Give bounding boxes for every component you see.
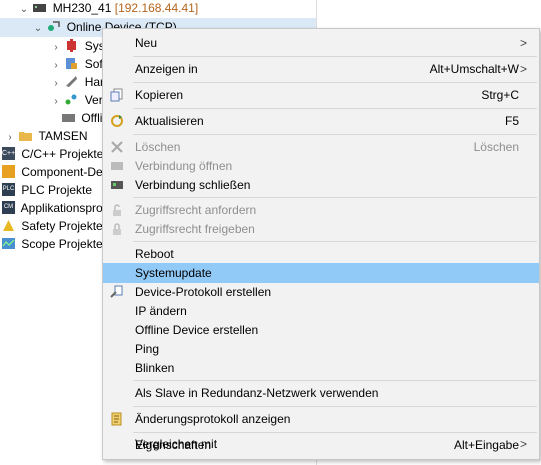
tree-node-tamsen[interactable]: › TAMSEN (4, 127, 88, 145)
menu-item-label: Verbindung öffnen (135, 159, 233, 173)
tree-node-label: TAMSEN (38, 129, 88, 143)
menu-item-label: Änderungsprotokoll anzeigen (135, 412, 291, 426)
tree-node-cpp-projects[interactable]: C++ C/C++ Projekte (2, 145, 103, 163)
tree-node-hardware[interactable]: › Har (50, 73, 104, 91)
tree-node-label: Component-Des (21, 165, 109, 179)
copy-icon (110, 88, 123, 102)
menu-item-aktualisieren[interactable]: Aktualisieren F5 (103, 111, 539, 131)
delete-icon (111, 141, 123, 153)
menu-item-aenderungsprotokoll[interactable]: Änderungsprotokoll anzeigen (103, 409, 539, 429)
menu-item-verbindung-schliessen[interactable]: Verbindung schließen (103, 175, 539, 195)
menu-item-systemupdate[interactable]: Systemupdate (103, 263, 539, 283)
tree-node-label: MH230_41 (52, 1, 112, 15)
menu-item-anzeigen-in[interactable]: Anzeigen in Alt+Umschalt+W > (103, 59, 539, 79)
plc-project-icon: PLC (2, 183, 15, 197)
refresh-icon (111, 115, 123, 127)
system-icon (67, 39, 77, 53)
menu-shortcut: Löschen (473, 140, 519, 154)
menu-item-label: Verbindung schließen (135, 178, 251, 192)
menu-item-label: Als Slave in Redundanz-Netzwerk verwende… (135, 386, 379, 400)
tree-node-soft[interactable]: › Soft (50, 55, 106, 73)
menu-item-blinken[interactable]: Blinken (103, 358, 539, 378)
menu-separator (133, 432, 537, 433)
disconnect-icon (111, 181, 123, 189)
menu-item-ip-aendern[interactable]: IP ändern (103, 301, 539, 321)
menu-item-label: Device-Protokoll erstellen (135, 285, 272, 299)
menu-separator (133, 406, 537, 407)
protocol-icon (110, 285, 123, 298)
tree-node-safety-projects[interactable]: Safety Projekte (2, 217, 103, 235)
menu-item-device-protokoll[interactable]: Device-Protokoll erstellen (103, 282, 539, 302)
changelog-icon (111, 412, 122, 426)
tree-node-component-designer[interactable]: Component-Des (2, 163, 109, 181)
tree-node-syst[interactable]: › Syst (50, 37, 108, 55)
submenu-arrow-icon: > (519, 437, 527, 451)
menu-item-label: Reboot (135, 247, 174, 261)
tree-node-verr[interactable]: › Verr (50, 91, 106, 111)
menu-separator (133, 197, 537, 198)
tree-node-label: C/C++ Projekte (21, 147, 104, 161)
menu-item-zugriffsrecht-anfordern[interactable]: Zugriffsrecht anfordern (103, 200, 539, 220)
tree-node-mh230[interactable]: ⌄ MH230_41 [192.168.44.41] (18, 0, 198, 17)
menu-shortcut: F5 (504, 114, 519, 128)
connection-icon (65, 94, 77, 105)
menu-item-label: Systemupdate (135, 266, 212, 280)
menu-item-label: Blinken (135, 361, 175, 375)
application-project-icon: CM (2, 201, 15, 215)
menu-item-loeschen[interactable]: Löschen Löschen (103, 137, 539, 157)
software-icon (66, 58, 78, 70)
tree-node-label: Scope Projekte (21, 237, 103, 251)
connect-icon (111, 162, 123, 170)
menu-shortcut: Strg+C (481, 88, 519, 102)
folder-icon (19, 132, 33, 142)
menu-item-label: Löschen (135, 140, 181, 154)
menu-item-verbindung-oeffnen[interactable]: Verbindung öffnen (103, 156, 539, 176)
menu-item-ping[interactable]: Ping (103, 339, 539, 359)
menu-separator (133, 82, 537, 83)
menu-item-label: Kopieren (135, 88, 184, 102)
menu-item-label: Neu (135, 36, 158, 50)
menu-item-label: IP ändern (135, 304, 187, 318)
lock-open-icon (113, 204, 121, 216)
chevron-down-icon[interactable]: ⌄ (18, 1, 30, 19)
menu-item-neu[interactable]: Neu > (103, 33, 539, 53)
menu-item-label: Ping (135, 342, 160, 356)
network-icon (48, 21, 61, 32)
menu-separator (133, 380, 537, 381)
menu-item-als-slave[interactable]: Als Slave in Redundanz-Netzwerk verwende… (103, 383, 539, 403)
menu-item-label: Zugriffsrecht anfordern (135, 203, 257, 217)
tree-node-application-projects[interactable]: CM Applikationspro (2, 199, 103, 217)
offline-device-icon (62, 114, 75, 123)
ip-address: [192.168.44.41] (114, 1, 199, 15)
tree-node-plc-projects[interactable]: PLC PLC Projekte (2, 181, 92, 199)
menu-item-label: Vergleichen mit (135, 437, 218, 451)
menu-separator (133, 108, 537, 109)
chevron-down-icon[interactable]: ⌄ (32, 20, 44, 38)
tree-node-label: Safety Projekte (21, 219, 103, 233)
submenu-arrow-icon: > (519, 36, 527, 50)
submenu-arrow-icon: > (519, 62, 527, 76)
menu-item-offline-device[interactable]: Offline Device erstellen (103, 320, 539, 340)
device-icon (33, 4, 47, 13)
tree-node-label: Applikationspro (20, 201, 103, 215)
chevron-right-icon[interactable]: › (50, 93, 62, 111)
cpp-project-icon: C++ (2, 147, 15, 161)
component-icon (2, 165, 15, 179)
menu-item-label: Aktualisieren (135, 114, 204, 128)
menu-separator (133, 56, 537, 57)
tree-node-label: PLC Projekte (21, 183, 93, 197)
context-menu: Neu > Anzeigen in Alt+Umschalt+W > Kopie… (102, 28, 540, 460)
menu-item-vergleichen-mit[interactable]: Vergleichen mit > (103, 434, 539, 454)
hardware-icon (66, 76, 78, 88)
menu-shortcut: Alt+Umschalt+W (429, 62, 519, 76)
menu-item-kopieren[interactable]: Kopieren Strg+C (103, 85, 539, 105)
menu-item-reboot[interactable]: Reboot (103, 244, 539, 264)
safety-icon (3, 220, 14, 232)
menu-item-label: Anzeigen in (135, 62, 198, 76)
tree-node-scope-projects[interactable]: Scope Projekte (2, 235, 103, 253)
menu-separator (133, 134, 537, 135)
scope-icon (2, 238, 15, 250)
menu-item-label: Offline Device erstellen (135, 323, 259, 337)
